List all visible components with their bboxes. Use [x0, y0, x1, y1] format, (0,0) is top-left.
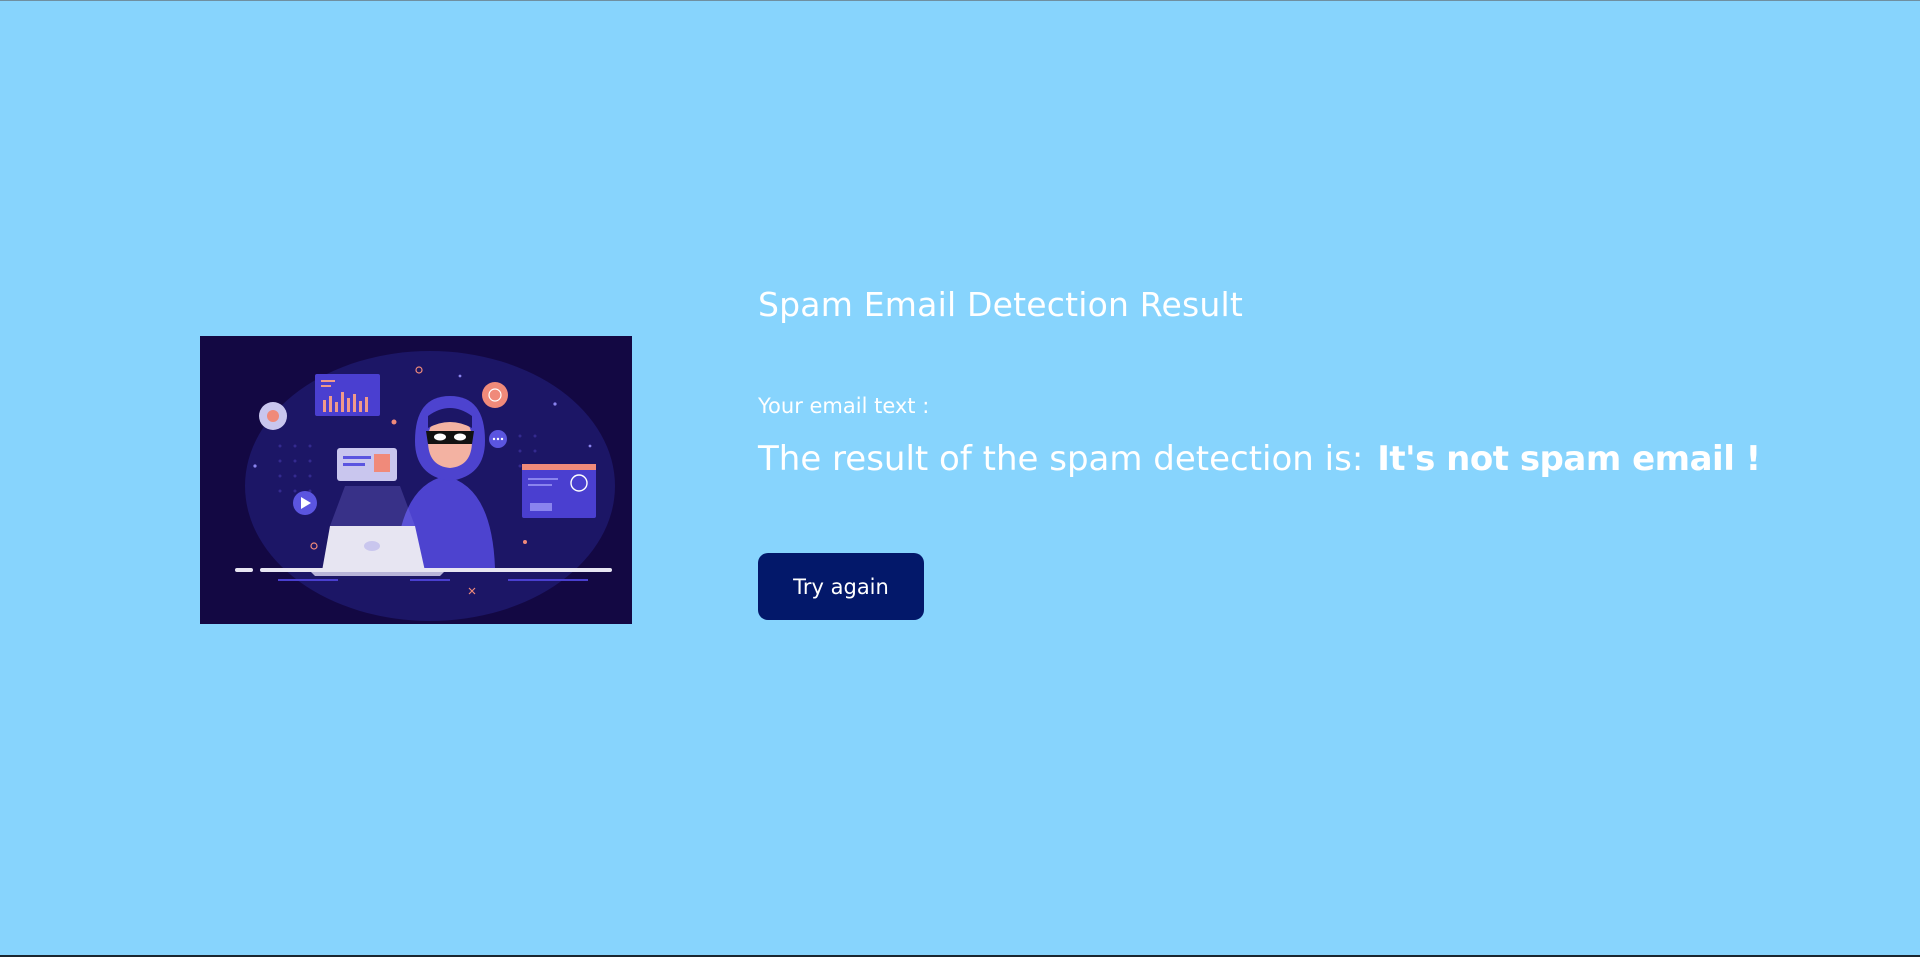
- result-panel: Spam Email Detection Result Your email t…: [758, 281, 1858, 620]
- page-title: Spam Email Detection Result: [758, 285, 1243, 324]
- hacker-laptop-illustration: [200, 336, 632, 624]
- page: Spam Email Detection Result Your email t…: [0, 0, 1920, 957]
- email-text-label: Your email text :: [758, 394, 930, 418]
- result-value: It's not spam email !: [1377, 439, 1761, 479]
- result-line: The result of the spam detection is: It's…: [758, 434, 1761, 484]
- result-prefix: The result of the spam detection is:: [758, 439, 1364, 479]
- try-again-button[interactable]: Try again: [758, 553, 924, 620]
